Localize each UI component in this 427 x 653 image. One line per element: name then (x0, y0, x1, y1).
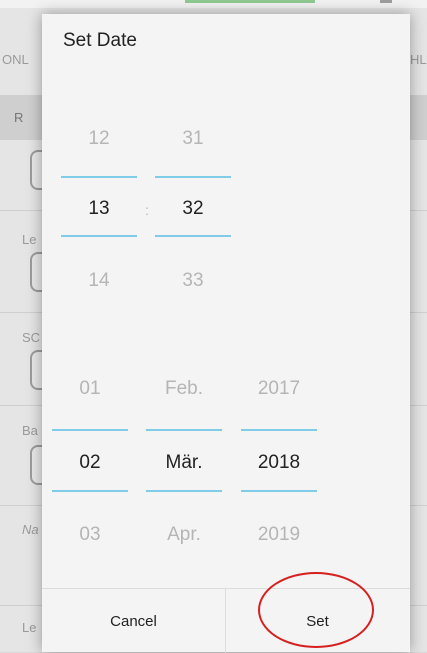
month-bottom-line (146, 490, 222, 492)
dialog-footer: Cancel Set (42, 588, 410, 653)
hour-prev[interactable]: 12 (61, 128, 137, 150)
minute-bottom-line (155, 235, 231, 237)
hour-value[interactable]: 13 (61, 198, 137, 220)
cancel-button[interactable]: Cancel (42, 589, 225, 653)
month-picker[interactable]: Feb. Mär. Apr. (146, 374, 222, 554)
year-top-line (241, 429, 317, 431)
background-label: Na (22, 522, 39, 537)
day-picker[interactable]: 01 02 03 (52, 374, 128, 554)
time-separator: : (145, 202, 149, 218)
background-label: Ba (22, 423, 38, 438)
year-next[interactable]: 2019 (241, 524, 317, 546)
hour-next[interactable]: 14 (61, 270, 137, 292)
month-prev[interactable]: Feb. (146, 378, 222, 400)
minute-picker[interactable]: 31 32 33 (155, 124, 231, 294)
set-date-dialog: Set Date 12 13 14 : 31 32 33 01 02 03 Fe… (42, 14, 410, 653)
background-label: HL (410, 52, 427, 67)
background-top-mark (380, 0, 392, 3)
day-next[interactable]: 03 (52, 524, 128, 546)
hour-picker[interactable]: 12 13 14 (61, 124, 137, 294)
background-label: ONL (2, 52, 29, 67)
day-bottom-line (52, 490, 128, 492)
hour-top-line (61, 176, 137, 178)
day-prev[interactable]: 01 (52, 378, 128, 400)
minute-prev[interactable]: 31 (155, 128, 231, 150)
dialog-title: Set Date (63, 30, 137, 51)
year-prev[interactable]: 2017 (241, 378, 317, 400)
year-value[interactable]: 2018 (241, 452, 317, 474)
set-button[interactable]: Set (226, 589, 409, 653)
minute-top-line (155, 176, 231, 178)
background-label: Le (22, 232, 37, 247)
year-picker[interactable]: 2017 2018 2019 (241, 374, 317, 554)
minute-next[interactable]: 33 (155, 270, 231, 292)
background-label: R (14, 110, 24, 125)
background-top-accent (185, 0, 315, 3)
hour-bottom-line (61, 235, 137, 237)
month-next[interactable]: Apr. (146, 524, 222, 546)
minute-value[interactable]: 32 (155, 198, 231, 220)
day-top-line (52, 429, 128, 431)
month-value[interactable]: Mär. (146, 452, 222, 474)
month-top-line (146, 429, 222, 431)
day-value[interactable]: 02 (52, 452, 128, 474)
year-bottom-line (241, 490, 317, 492)
background-label: Le (22, 620, 37, 635)
background-label: SC (22, 330, 41, 345)
